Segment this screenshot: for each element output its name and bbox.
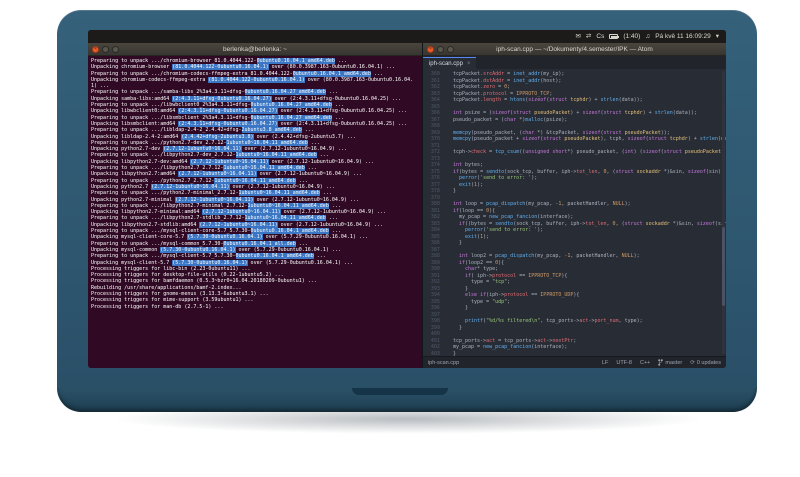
code-area[interactable]: tcpPacket.srcAddr = inet_addr(my_ip); tc… <box>443 69 726 356</box>
terminal-output[interactable]: Preparing to unpack .../chromium-browser… <box>88 56 422 368</box>
tab-iph-scan[interactable]: iph-scan.cpp × <box>422 57 477 70</box>
session-menu-icon[interactable]: ▾ <box>716 30 719 43</box>
atom-window-controls: × <box>426 45 454 53</box>
editor-scrollbar[interactable] <box>722 71 725 354</box>
network-icon[interactable]: ⇄ <box>586 30 591 43</box>
desktop: × berlenka@berlenka: ~ Preparing to unpa… <box>88 43 726 368</box>
terminal-window: × berlenka@berlenka: ~ Preparing to unpa… <box>88 43 423 368</box>
minimize-button[interactable] <box>102 45 109 53</box>
status-branch[interactable]: master <box>658 359 682 366</box>
sound-icon[interactable]: ♫ <box>645 30 650 43</box>
minimize-button[interactable] <box>436 45 444 53</box>
status-sync-label: 0 updates <box>696 359 721 366</box>
tab-label: iph-scan.cpp <box>428 60 463 67</box>
code-line: } <box>446 350 456 357</box>
clock[interactable]: Pá kvě 11 16:09:29 <box>655 33 711 40</box>
maximize-button[interactable] <box>112 45 119 53</box>
system-topbar: ✉ ⇄ Cs (1:40) ♫ Pá kvě 11 16:09:29 ▾ <box>88 30 726 43</box>
atom-title: iph-scan.cpp — ~/Dokumenty/4.semester/IP… <box>496 45 653 53</box>
terminal-line: Processing triggers for man-db (2.7.5-1)… <box>91 303 224 310</box>
battery-icon[interactable] <box>609 34 620 39</box>
keyboard-layout-indicator[interactable]: Cs <box>596 33 604 40</box>
code-line: tcph->check = tcp_csum((unsigned short*)… <box>446 149 724 155</box>
atom-titlebar[interactable]: × iph-scan.cpp — ~/Dokumenty/4.semester/… <box>422 43 726 56</box>
status-encoding[interactable]: UTF-8 <box>616 360 632 366</box>
sync-icon: ⟳ <box>690 359 695 366</box>
mail-icon[interactable]: ✉ <box>575 30 580 43</box>
line-number-gutter: 360 361 362 363 364 365 366 367 368 369 370 371 372 3… <box>422 69 443 357</box>
code-line: memcpy(pseudo_packet + sizeof(struct pse… <box>452 136 726 142</box>
screen: ✉ ⇄ Cs (1:40) ♫ Pá kvě 11 16:09:29 ▾ × b… <box>88 30 726 368</box>
terminal-title: berlenka@berlenka: ~ <box>223 45 287 53</box>
status-grammar[interactable]: C++ <box>640 360 650 366</box>
status-file[interactable]: iph-scan.cpp <box>428 360 459 366</box>
tab-close-icon[interactable]: × <box>467 58 471 70</box>
status-line-ending[interactable]: LF <box>602 360 608 366</box>
status-branch-label: master <box>665 359 683 366</box>
atom-window: × iph-scan.cpp — ~/Dokumenty/4.semester/… <box>422 43 726 368</box>
maximize-button[interactable] <box>446 45 454 53</box>
tab-bar: iph-scan.cpp × <box>422 56 726 70</box>
battery-label: (1:40) <box>623 33 641 40</box>
line-number: 403 <box>430 350 440 357</box>
terminal-titlebar[interactable]: × berlenka@berlenka: ~ <box>88 43 422 56</box>
close-button[interactable]: × <box>92 45 99 53</box>
terminal-window-controls: × <box>92 45 119 53</box>
status-sync[interactable]: ⟳ 0 updates <box>690 360 721 366</box>
scrollbar-thumb[interactable] <box>722 226 725 306</box>
code-editor[interactable]: 360 361 362 363 364 365 366 367 368 369 370 371 372 3… <box>422 69 726 357</box>
status-bar: iph-scan.cpp LF UTF-8 C++ master ⟳ 0 upd… <box>422 356 726 368</box>
laptop-hinge-notch <box>352 388 448 395</box>
close-button[interactable]: × <box>426 45 434 53</box>
git-branch-icon <box>658 359 664 366</box>
terminal-line: Unpacking chromium-codecs-ffmpeg-extra (… <box>91 76 414 90</box>
laptop: ✉ ⇄ Cs (1:40) ♫ Pá kvě 11 16:09:29 ▾ × b… <box>57 10 757 388</box>
page: ✉ ⇄ Cs (1:40) ♫ Pá kvě 11 16:09:29 ▾ × b… <box>0 0 800 477</box>
